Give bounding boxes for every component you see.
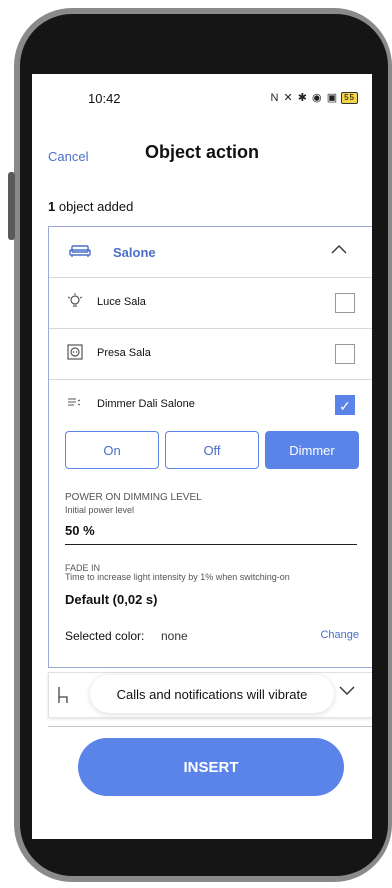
room-header[interactable]: Salone [49, 227, 372, 278]
color-label: Selected color: [65, 629, 145, 643]
power-on-sublabel: Initial power level [65, 505, 135, 515]
mode-dimmer-button[interactable]: Dimmer [265, 431, 359, 469]
insert-button[interactable]: INSERT [78, 738, 344, 796]
chevron-down-icon[interactable] [339, 683, 355, 701]
item-checkbox[interactable] [335, 293, 355, 313]
object-count: 1 object added [48, 199, 133, 214]
side-button [8, 172, 15, 240]
object-count-suffix: object added [55, 199, 134, 214]
list-item[interactable]: Luce Sala [49, 278, 372, 329]
power-on-value[interactable]: 50 % [65, 523, 95, 538]
status-time: 10:42 [88, 91, 121, 106]
socket-icon [67, 344, 83, 360]
status-indicator-icons: N ✕ ✱ ◉ ▣ [270, 92, 339, 104]
page-title: Object action [144, 142, 260, 162]
lightbulb-icon [67, 293, 83, 309]
app-screen: 10:42 N ✕ ✱ ◉ ▣ 55 Cancel Object action … [32, 74, 372, 839]
chevron-up-icon[interactable] [331, 241, 347, 259]
fade-in-sublabel: Time to increase light intensity by 1% w… [65, 572, 290, 582]
mode-off-button[interactable]: Off [165, 431, 259, 469]
list-item[interactable]: Presa Sala [49, 329, 372, 380]
chair-icon [57, 686, 69, 707]
power-on-label: POWER ON DIMMING LEVEL [65, 492, 202, 503]
item-label: Luce Sala [97, 296, 146, 308]
power-on-underline [65, 544, 357, 545]
color-value: none [161, 629, 188, 643]
color-row: Selected color: none Change [65, 629, 359, 649]
list-item-expanded: Dimmer Dali Salone ✓ On Off Dimmer POWER… [49, 380, 372, 630]
item-label: Presa Sala [97, 347, 151, 359]
change-color-link[interactable]: Change [320, 629, 359, 641]
sofa-icon [69, 244, 91, 261]
battery-icon: 55 [341, 91, 358, 104]
mode-on-button[interactable]: On [65, 431, 159, 469]
mode-selector: On Off Dimmer [65, 431, 359, 469]
divider [48, 726, 372, 727]
dimmer-icon [67, 395, 83, 411]
header: Cancel Object action [32, 138, 372, 168]
room-card: Salone Luce Sala Presa Sala Dimmer Dali … [48, 226, 372, 668]
item-checkbox-checked[interactable]: ✓ [335, 395, 355, 415]
fade-in-value[interactable]: Default (0,02 s) [65, 592, 157, 607]
room-label: Salone [113, 245, 156, 260]
status-icons: N ✕ ✱ ◉ ▣ 55 [270, 91, 358, 104]
status-bar: 10:42 N ✕ ✱ ◉ ▣ 55 [32, 74, 372, 120]
toast-notification: Calls and notifications will vibrate [90, 675, 334, 713]
item-checkbox[interactable] [335, 344, 355, 364]
item-label: Dimmer Dali Salone [97, 398, 195, 410]
